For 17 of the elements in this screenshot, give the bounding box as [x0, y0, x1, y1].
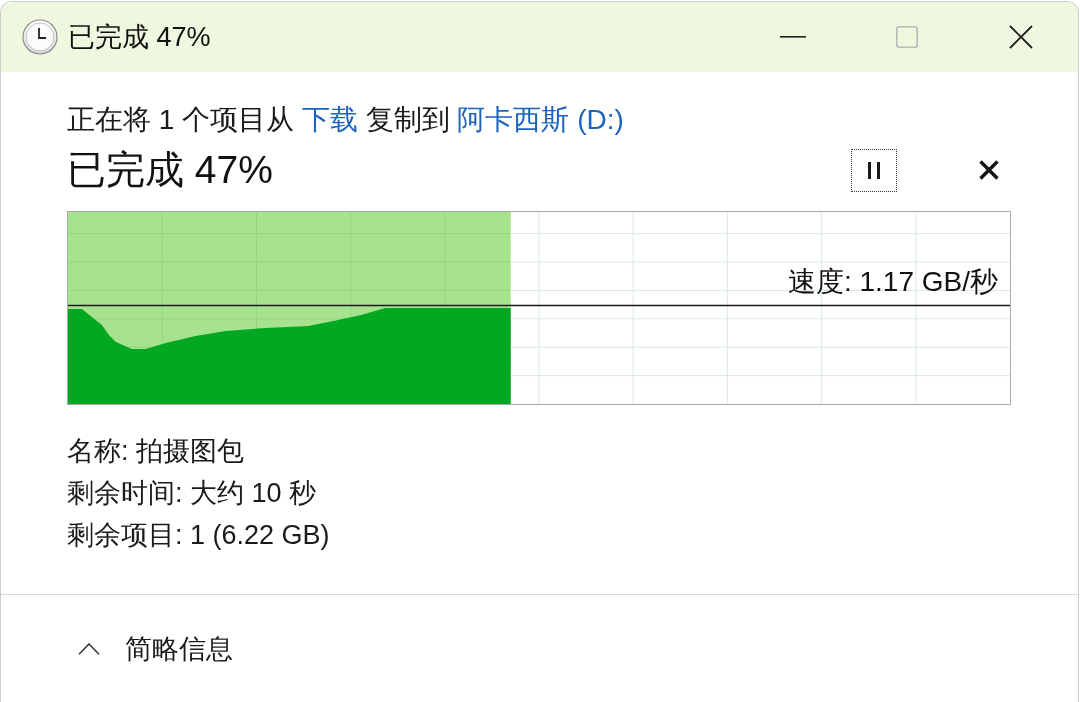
percent-complete-heading: 已完成 47% [67, 147, 274, 193]
detail-value: 1 (6.22 GB) [190, 520, 330, 550]
pause-button[interactable] [851, 148, 897, 192]
detail-label: 名称: [67, 436, 129, 466]
window-title: 已完成 47% [68, 21, 211, 54]
detail-value: 大约 10 秒 [190, 478, 317, 508]
clock-icon [22, 19, 58, 55]
source-folder-link[interactable]: 下载 [301, 104, 358, 135]
pause-icon [868, 161, 880, 179]
copy-status-text: 正在将 1 个项目从 下载 复制到 阿卡西斯 (D:) [67, 103, 625, 137]
speed-label: 速度: 1.17 GB/秒 [787, 265, 998, 299]
detail-label: 剩余时间: [67, 478, 183, 508]
detail-label: 剩余项目: [67, 520, 183, 550]
destination-drive-link[interactable]: 阿卡西斯 (D:) [457, 104, 624, 135]
close-icon [979, 160, 999, 180]
details-toggle-button[interactable]: 简略信息 [78, 630, 233, 667]
detail-value: 拍摄图包 [136, 436, 245, 466]
